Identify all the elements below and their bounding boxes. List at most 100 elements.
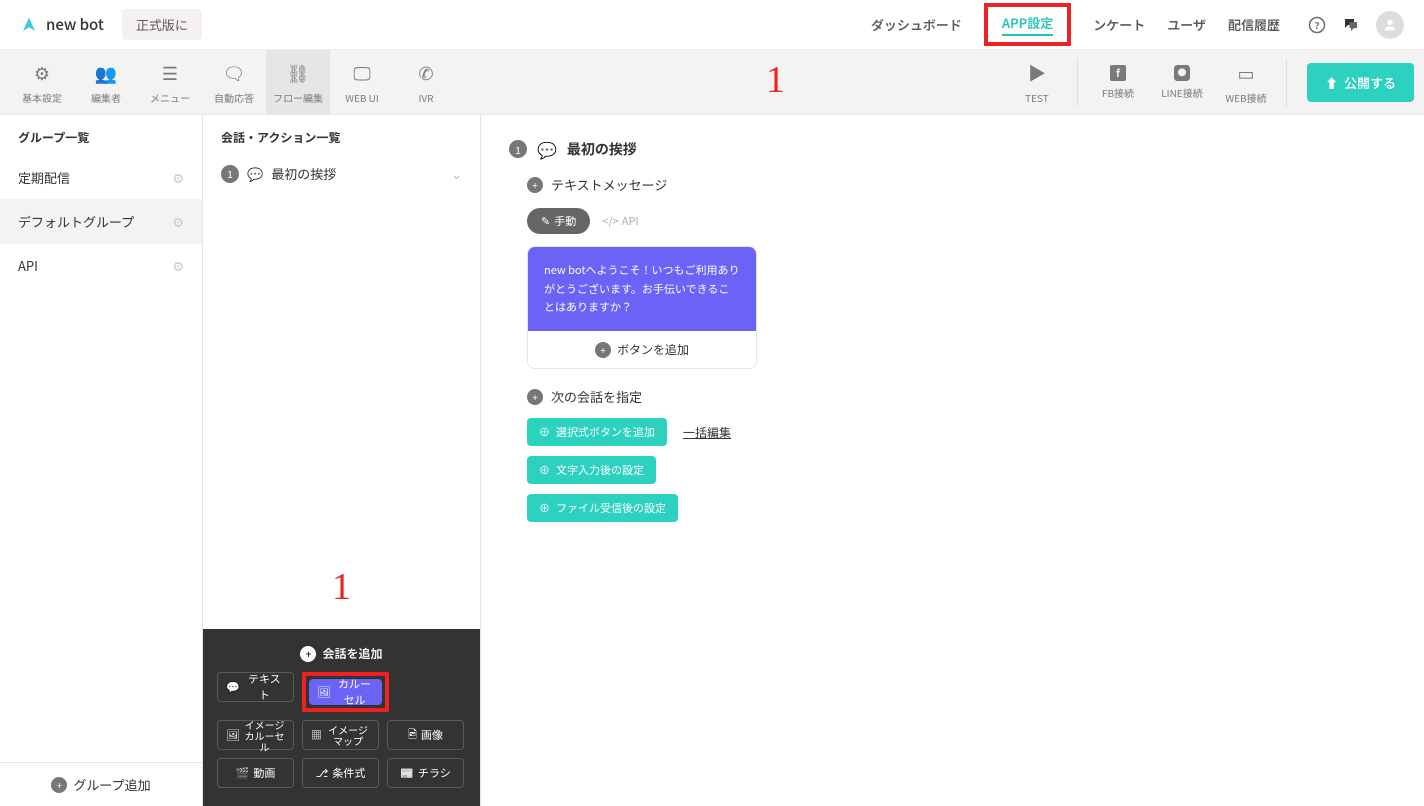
logo-icon: [20, 16, 38, 34]
pencil-icon: ✎: [541, 213, 550, 229]
file-receive-settings-button[interactable]: ⊕ ファイル受信後の設定: [527, 494, 678, 522]
toolbar: ⚙ 基本設定 👥 編集者 ☰ メニュー 🗨 自動応答 ⛓ フロー編集 🖵 WEB…: [0, 50, 1424, 115]
flow-step-header: 1 💬 最初の挨拶: [509, 137, 1396, 161]
branch-icon: ⎇: [316, 765, 329, 781]
mode-selector: ✎ 手動 </> API: [527, 208, 1396, 234]
nav-app-settings[interactable]: APP設定: [1002, 13, 1053, 36]
add-text-message-row[interactable]: + テキストメッセージ: [527, 175, 1396, 194]
group-item-default[interactable]: デフォルトグループ ⚙: [0, 200, 202, 244]
tool-auto-reply[interactable]: 🗨 自動応答: [202, 50, 266, 114]
tool-fb[interactable]: f FB接続: [1086, 50, 1150, 114]
left-column: グループ一覧 定期配信 ⚙ デフォルトグループ ⚙ API ⚙ + グループ追加: [0, 115, 203, 806]
svg-text:?: ?: [1314, 17, 1319, 31]
plus-icon: ⊕: [539, 500, 550, 516]
window-icon: ▭: [1237, 60, 1254, 86]
add-panel-title: + 会話を追加: [217, 641, 466, 672]
images-icon: 🖼: [226, 727, 240, 743]
gear-icon[interactable]: ⚙: [172, 256, 184, 275]
group-item-scheduled[interactable]: 定期配信 ⚙: [0, 156, 202, 200]
plan-badge[interactable]: 正式版に: [122, 9, 202, 40]
plus-icon: ⊕: [539, 424, 550, 440]
plus-icon: ⊕: [539, 462, 550, 478]
chevron-down-icon[interactable]: ⌄: [451, 164, 462, 183]
annotation-1-top: 1: [766, 58, 785, 102]
tool-test[interactable]: ▶ TEST: [1005, 50, 1069, 114]
annotation-box-carousel: 🖼 カルーセル: [302, 672, 389, 712]
gear-icon[interactable]: ⚙: [172, 212, 184, 231]
add-image-button[interactable]: 🖻 画像: [387, 720, 464, 750]
flow-editor: 1 💬 最初の挨拶 + テキストメッセージ ✎ 手動 </> API new b…: [481, 115, 1424, 806]
add-flyer-button[interactable]: 📰 チラシ: [387, 758, 464, 788]
nav-dashboard[interactable]: ダッシュボード: [871, 15, 962, 34]
add-group-button[interactable]: + グループ追加: [0, 762, 202, 806]
nav-survey[interactable]: ンケート: [1093, 15, 1145, 34]
middle-column: 会話・アクション一覧 1 💬 最初の挨拶 ⌄ 1 + 会話を追加 💬 テキスト …: [203, 115, 481, 806]
action-item-greeting[interactable]: 1 💬 最初の挨拶 ⌄: [203, 156, 480, 191]
add-image-carousel-button[interactable]: 🖼 イメージ カルーセル: [217, 720, 294, 750]
topnav: ダッシュボード APP設定 ンケート ユーザ 配信履歴: [871, 3, 1280, 46]
file-image-icon: 🖻: [408, 726, 417, 745]
grid-icon: ▦: [311, 727, 322, 743]
comments-icon: 🗨: [223, 60, 246, 86]
publish-button[interactable]: ⬆ 公開する: [1307, 63, 1414, 102]
nav-user[interactable]: ユーザ: [1167, 15, 1206, 34]
plus-icon: +: [527, 389, 543, 405]
speech-icon: 💬: [226, 679, 240, 695]
manual-pill[interactable]: ✎ 手動: [527, 208, 590, 234]
message-body[interactable]: new botへようこそ！いつもご利用ありがとうございます。お手伝いできることは…: [528, 247, 756, 331]
main: グループ一覧 定期配信 ⚙ デフォルトグループ ⚙ API ⚙ + グループ追加…: [0, 115, 1424, 806]
separator: [1077, 58, 1078, 106]
gear-icon: ⚙: [34, 60, 50, 86]
phone-icon: ✆: [418, 60, 433, 86]
tool-web[interactable]: ▭ WEB接続: [1214, 50, 1278, 114]
api-mode-button[interactable]: </> API: [602, 213, 638, 229]
add-image-map-button[interactable]: ▦ イメージ マップ: [302, 720, 379, 750]
line-icon: [1174, 65, 1190, 81]
users-icon: 👥: [95, 60, 117, 86]
play-icon: ▶: [1028, 60, 1046, 86]
video-icon: 🎬: [236, 765, 250, 781]
add-carousel-button[interactable]: 🖼 カルーセル: [309, 679, 382, 705]
code-icon: </>: [602, 213, 619, 229]
add-choice-button[interactable]: ⊕ 選択式ボタンを追加: [527, 418, 667, 446]
add-button-action[interactable]: + ボタンを追加: [528, 331, 756, 368]
tool-web-ui[interactable]: 🖵 WEB UI: [330, 50, 394, 114]
image-icon: 🖼: [317, 684, 331, 700]
annotation-1-mid: 1: [203, 565, 480, 609]
tool-ivr[interactable]: ✆ IVR: [394, 50, 458, 114]
separator: [1286, 58, 1287, 106]
help-icon[interactable]: ?: [1308, 16, 1326, 34]
step-number-badge: 1: [509, 140, 527, 158]
group-list-title: グループ一覧: [0, 115, 202, 156]
bulk-edit-link[interactable]: 一括編集: [683, 424, 731, 441]
plus-icon: +: [300, 646, 316, 662]
plus-icon: +: [527, 177, 543, 193]
tool-editors[interactable]: 👥 編集者: [74, 50, 138, 114]
message-card[interactable]: new botへようこそ！いつもご利用ありがとうございます。お手伝いできることは…: [527, 246, 757, 369]
step-number-badge: 1: [221, 165, 239, 183]
group-item-api[interactable]: API ⚙: [0, 244, 202, 287]
annotation-box-app-settings: APP設定: [984, 3, 1071, 46]
text-input-settings-button[interactable]: ⊕ 文字入力後の設定: [527, 456, 656, 484]
app-name: new bot: [46, 14, 104, 35]
tool-basic-settings[interactable]: ⚙ 基本設定: [10, 50, 74, 114]
plus-icon: +: [51, 777, 67, 793]
add-video-button[interactable]: 🎬 動画: [217, 758, 294, 788]
action-list-title: 会話・アクション一覧: [203, 115, 480, 156]
add-conditional-button[interactable]: ⎇ 条件式: [302, 758, 379, 788]
tool-line[interactable]: LINE接続: [1150, 50, 1214, 114]
next-conversation-row[interactable]: + 次の会話を指定: [527, 387, 1396, 406]
tool-flow-edit[interactable]: ⛓ フロー編集: [266, 50, 330, 114]
nav-delivery[interactable]: 配信履歴: [1228, 15, 1280, 34]
newspaper-icon: 📰: [400, 765, 414, 781]
upload-icon: ⬆: [1325, 73, 1338, 92]
avatar[interactable]: [1376, 11, 1404, 39]
add-conversation-panel: + 会話を追加 💬 テキスト 🖼 カルーセル 🖼 イメージ カルーセル: [203, 629, 480, 806]
tool-menu[interactable]: ☰ メニュー: [138, 50, 202, 114]
topbar: new bot 正式版に ダッシュボード APP設定 ンケート ユーザ 配信履歴…: [0, 0, 1424, 50]
chat-icon[interactable]: [1342, 16, 1360, 34]
gear-icon[interactable]: ⚙: [172, 168, 184, 187]
add-text-button[interactable]: 💬 テキスト: [217, 672, 294, 702]
toolbar-right: ▶ TEST f FB接続 LINE接続 ▭ WEB接続 ⬆ 公開する: [1005, 50, 1414, 114]
topbar-icons: ?: [1308, 11, 1404, 39]
